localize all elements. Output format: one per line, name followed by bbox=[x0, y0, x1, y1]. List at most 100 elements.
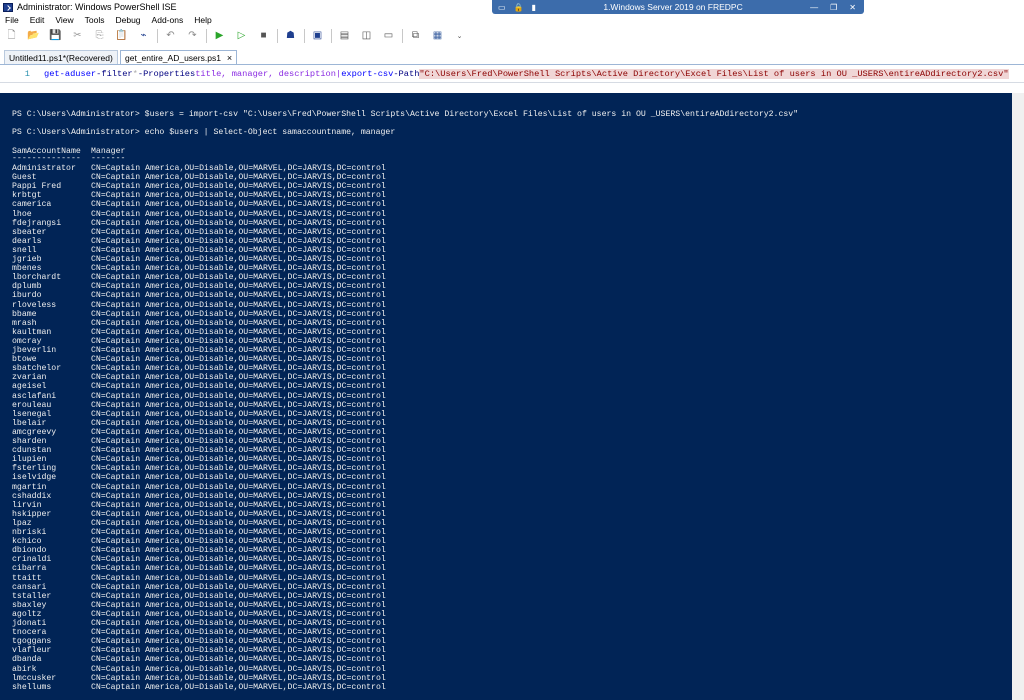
row-samaccountname: lmccusker bbox=[12, 673, 57, 683]
row-manager: CN=Captain America,OU=Disable,OU=MARVEL,… bbox=[91, 619, 386, 628]
row-samaccountname: tstaller bbox=[12, 591, 52, 601]
cmdlet-token: export-csv bbox=[341, 68, 394, 79]
row-manager: CN=Captain America,OU=Disable,OU=MARVEL,… bbox=[91, 509, 386, 519]
row-manager: CN=Captain America,OU=Disable,OU=MARVEL,… bbox=[91, 673, 386, 683]
remote-connection-bar: ▭ 🔒 ▮ 1.Windows Server 2019 on FREDPC — … bbox=[492, 0, 864, 14]
undo-icon[interactable]: ↶ bbox=[164, 30, 177, 43]
row-samaccountname: agoltz bbox=[12, 609, 42, 619]
row-samaccountname: nbriski bbox=[12, 528, 47, 537]
toolbar-more-icon[interactable]: ⌄ bbox=[453, 30, 466, 43]
row-manager: CN=Captain America,OU=Disable,OU=MARVEL,… bbox=[91, 182, 386, 192]
tab-untitled11[interactable]: Untitled11.ps1*(Recovered) bbox=[4, 50, 118, 64]
redo-icon[interactable]: ↷ bbox=[186, 30, 199, 43]
row-samaccountname: bbame bbox=[12, 309, 37, 319]
close-icon[interactable]: ✕ bbox=[849, 3, 856, 12]
row-manager: CN=Captain America,OU=Disable,OU=MARVEL,… bbox=[91, 309, 386, 319]
addon-icon[interactable]: ▦ bbox=[431, 30, 444, 43]
toolbar-separator bbox=[277, 29, 278, 43]
row-samaccountname: vlafleur bbox=[12, 646, 52, 656]
run-script-icon[interactable]: ▶ bbox=[213, 30, 226, 43]
layout-max-icon[interactable]: ▭ bbox=[382, 30, 395, 43]
remote-tab-icon[interactable]: ☗ bbox=[284, 30, 297, 43]
row-manager: CN=Captain America,OU=Disable,OU=MARVEL,… bbox=[91, 418, 386, 428]
row-manager: CN=Captain America,OU=Disable,OU=MARVEL,… bbox=[91, 209, 386, 219]
menu-debug[interactable]: Debug bbox=[110, 15, 146, 25]
row-samaccountname: btowe bbox=[12, 355, 37, 365]
row-manager: CN=Captain America,OU=Disable,OU=MARVEL,… bbox=[91, 427, 386, 437]
row-manager: CN=Captain America,OU=Disable,OU=MARVEL,… bbox=[91, 364, 386, 374]
lock-icon: 🔒 bbox=[513, 2, 524, 12]
row-manager: CN=Captain America,OU=Disable,OU=MARVEL,… bbox=[91, 518, 386, 528]
new-file-icon[interactable]: 🗋 bbox=[5, 30, 18, 43]
row-samaccountname: Guest bbox=[12, 173, 37, 183]
close-tab-icon[interactable]: × bbox=[227, 53, 232, 63]
row-manager: CN=Captain America,OU=Disable,OU=MARVEL,… bbox=[91, 637, 386, 647]
powershell-console-icon[interactable]: ▣ bbox=[311, 30, 324, 43]
row-samaccountname: mbenes bbox=[12, 264, 42, 274]
menu-edit[interactable]: Edit bbox=[25, 15, 51, 25]
console-prompt-line: PS C:\Users\Administrator> $users = impo… bbox=[12, 110, 799, 119]
row-manager: CN=Captain America,OU=Disable,OU=MARVEL,… bbox=[91, 628, 386, 638]
minimize-icon[interactable]: — bbox=[810, 3, 818, 12]
row-manager: CN=Captain America,OU=Disable,OU=MARVEL,… bbox=[91, 482, 386, 492]
row-samaccountname: dearls bbox=[12, 236, 42, 246]
console-scrollbar[interactable] bbox=[1012, 93, 1024, 700]
menu-help[interactable]: Help bbox=[189, 15, 217, 25]
row-manager: CN=Captain America,OU=Disable,OU=MARVEL,… bbox=[91, 555, 386, 565]
save-icon[interactable]: 💾 bbox=[49, 30, 62, 43]
row-manager: CN=Captain America,OU=Disable,OU=MARVEL,… bbox=[91, 336, 386, 346]
clear-console-icon[interactable]: ⌁ bbox=[137, 30, 150, 43]
row-samaccountname: rloveless bbox=[12, 300, 57, 310]
layout-right-icon[interactable]: ◫ bbox=[360, 30, 373, 43]
pin-icon[interactable]: ▭ bbox=[498, 3, 506, 12]
row-samaccountname: dbiondo bbox=[12, 546, 47, 556]
window-title: Administrator: Windows PowerShell ISE bbox=[17, 2, 177, 12]
row-manager: CN=Captain America,OU=Disable,OU=MARVEL,… bbox=[91, 591, 386, 601]
row-samaccountname: tgoggans bbox=[12, 637, 52, 647]
copy-icon[interactable]: ⎘ bbox=[93, 30, 106, 43]
cut-icon[interactable]: ✂ bbox=[71, 30, 84, 43]
row-samaccountname: lsenegal bbox=[12, 409, 52, 419]
row-samaccountname: iburdo bbox=[12, 291, 42, 301]
row-manager: CN=Captain America,OU=Disable,OU=MARVEL,… bbox=[91, 646, 386, 656]
row-samaccountname: fdejrangsi bbox=[12, 218, 62, 228]
row-samaccountname: ilupien bbox=[12, 455, 47, 465]
run-selection-icon[interactable]: ▷ bbox=[235, 30, 248, 43]
tab-get-entire-ad-users[interactable]: get_entire_AD_users.ps1 × bbox=[120, 50, 238, 64]
row-samaccountname: ageisel bbox=[12, 382, 47, 392]
parameter-token: -filter bbox=[96, 68, 133, 79]
row-samaccountname: lhoe bbox=[12, 209, 32, 219]
row-manager: CN=Captain America,OU=Disable,OU=MARVEL,… bbox=[91, 173, 386, 183]
open-folder-icon[interactable]: 📂 bbox=[27, 30, 40, 43]
script-tabs: Untitled11.ps1*(Recovered) get_entire_AD… bbox=[0, 48, 1024, 65]
string-token: "C:\Users\Fred\PowerShell Scripts\Active… bbox=[419, 68, 1009, 79]
menu-add-ons[interactable]: Add-ons bbox=[147, 15, 190, 25]
row-samaccountname: amcgreevy bbox=[12, 427, 57, 437]
show-commands-icon[interactable]: ⧉ bbox=[409, 30, 422, 43]
menu-tools[interactable]: Tools bbox=[80, 15, 111, 25]
script-editor[interactable]: 1 get-aduser -filter * -Properties title,… bbox=[0, 65, 1024, 82]
restore-icon[interactable]: ❐ bbox=[830, 3, 837, 12]
menu-bar: File Edit View Tools Debug Add-ons Help bbox=[0, 14, 1024, 26]
row-manager: CN=Captain America,OU=Disable,OU=MARVEL,… bbox=[91, 537, 386, 547]
paste-icon[interactable]: 📋 bbox=[115, 30, 128, 43]
cmdlet-token: get-aduser bbox=[44, 68, 97, 79]
row-manager: CN=Captain America,OU=Disable,OU=MARVEL,… bbox=[91, 446, 386, 456]
console-pane[interactable]: PS C:\Users\Administrator> $users = impo… bbox=[0, 93, 1024, 700]
layout-top-icon[interactable]: ▤ bbox=[338, 30, 351, 43]
row-manager: CN=Captain America,OU=Disable,OU=MARVEL,… bbox=[91, 546, 386, 556]
row-samaccountname: shellums bbox=[12, 682, 52, 692]
row-samaccountname: erouleau bbox=[12, 400, 52, 410]
stop-icon[interactable]: ■ bbox=[257, 30, 270, 43]
argument-token: title, manager, description| bbox=[195, 68, 342, 79]
row-manager: CN=Captain America,OU=Disable,OU=MARVEL,… bbox=[91, 318, 386, 328]
row-samaccountname: Administrator bbox=[12, 164, 76, 173]
tab-label: Untitled11.ps1*(Recovered) bbox=[9, 52, 113, 63]
row-samaccountname: Pappi Fred bbox=[12, 182, 62, 192]
toolbar-separator bbox=[331, 29, 332, 43]
row-samaccountname: cshaddix bbox=[12, 491, 52, 501]
toolbar-separator bbox=[304, 29, 305, 43]
row-samaccountname: snell bbox=[12, 245, 37, 255]
menu-file[interactable]: File bbox=[0, 15, 25, 25]
menu-view[interactable]: View bbox=[50, 15, 79, 25]
